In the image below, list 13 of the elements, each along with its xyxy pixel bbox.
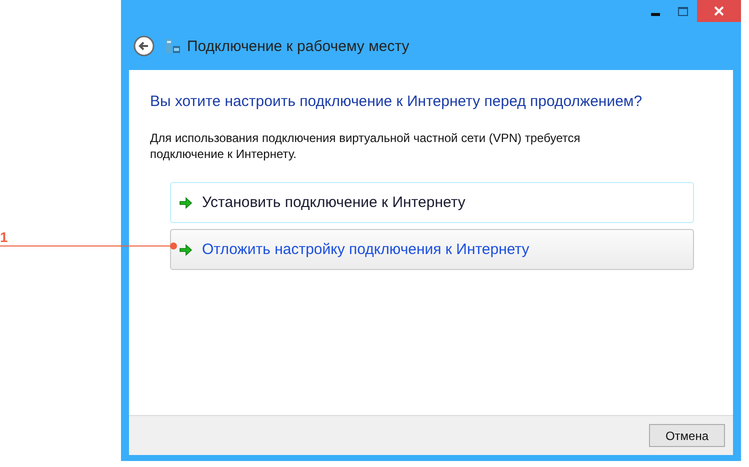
callout-number: 1 [0,229,8,245]
window-title: Подключение к рабочему месту [187,38,410,54]
arrow-icon [179,242,193,256]
network-icon [165,38,181,54]
arrow-icon [179,196,193,210]
close-icon [713,5,725,17]
close-button[interactable] [697,0,741,22]
cancel-button[interactable]: Отмена [649,424,725,447]
back-button[interactable] [133,35,155,57]
description-text: Для использования подключения виртуальной частной сети (VPN) требуется подключение к Интернету. [150,130,582,162]
option-button[interactable]: Отложить настройку подключения к Интернету [170,229,694,270]
dialog-heading: Вы хотите настроить подключение к Интернету перед продолжением? [150,93,644,110]
option-button[interactable]: Установить подключение к Интернету [170,182,694,223]
